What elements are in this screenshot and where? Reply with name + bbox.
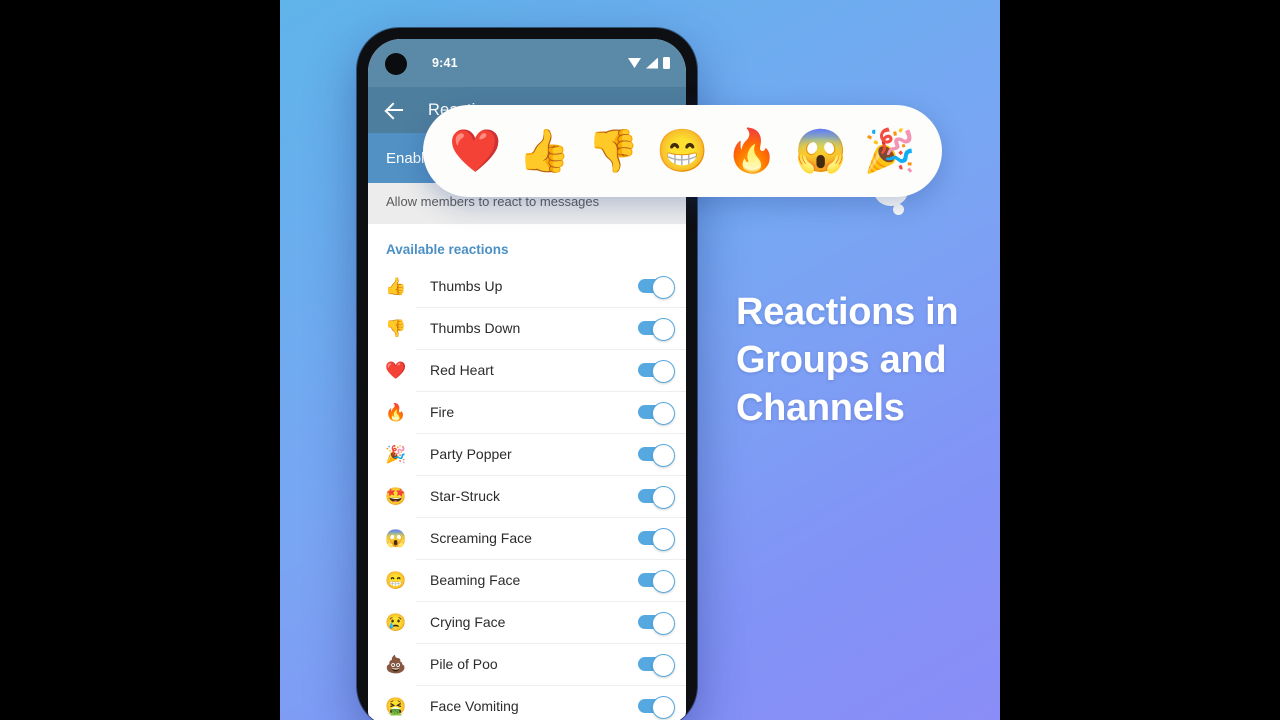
reaction-thumbs-up[interactable]: 👍 — [518, 130, 570, 172]
letterbox-bar-left — [0, 0, 280, 720]
status-time: 9:41 — [432, 56, 458, 70]
reaction-thumbs-down[interactable]: 👎 — [587, 130, 639, 172]
reaction-party-popper[interactable]: 🎉 — [864, 130, 916, 172]
reaction-toggle[interactable] — [638, 401, 675, 425]
list-item-label: Thumbs Down — [430, 320, 521, 336]
list-item[interactable]: 👎 Thumbs Down — [368, 307, 686, 349]
screaming-face-icon: 😱 — [385, 528, 407, 548]
reaction-toggle[interactable] — [638, 317, 675, 341]
list-item-label: Red Heart — [430, 362, 494, 378]
headline-line-2: Groups and — [736, 339, 947, 381]
screenshot-stage: 9:41 Reactions Enable Reactions All — [0, 0, 1280, 720]
headline-line-3: Channels — [736, 387, 905, 429]
reaction-toggle[interactable] — [638, 527, 675, 551]
reaction-toggle[interactable] — [638, 611, 675, 635]
status-bar: 9:41 — [368, 39, 686, 87]
reaction-toggle[interactable] — [638, 275, 675, 299]
pile-of-poo-icon: 💩 — [385, 654, 407, 674]
list-item-label: Pile of Poo — [430, 656, 498, 672]
reaction-red-heart[interactable]: ❤️ — [449, 130, 501, 172]
wifi-icon — [628, 58, 641, 68]
list-item-label: Star-Struck — [430, 488, 501, 504]
headline-line-1: Reactions in — [736, 291, 959, 333]
reaction-picker-popup[interactable]: ❤️ 👍 👎 😁 🔥 😱 🎉 — [423, 105, 942, 197]
thumbs-up-icon: 👍 — [385, 276, 407, 296]
battery-icon — [663, 57, 670, 69]
available-reactions-list: 👍 Thumbs Up 👎 Thumbs Down ❤️ Red Heart 🔥… — [368, 265, 686, 720]
list-item-label: Beaming Face — [430, 572, 521, 588]
list-item[interactable]: 🔥 Fire — [368, 391, 686, 433]
reaction-toggle[interactable] — [638, 359, 675, 383]
crying-face-icon: 😢 — [385, 612, 407, 632]
reaction-screaming-face[interactable]: 😱 — [795, 130, 847, 172]
thumbs-down-icon: 👎 — [385, 318, 407, 338]
letterbox-bar-right — [1000, 0, 1280, 720]
star-struck-icon: 🤩 — [385, 486, 407, 506]
list-item[interactable]: 💩 Pile of Poo — [368, 643, 686, 685]
list-item[interactable]: 😢 Crying Face — [368, 601, 686, 643]
bubble-tail-small — [893, 204, 904, 215]
list-item[interactable]: 🎉 Party Popper — [368, 433, 686, 475]
reaction-toggle[interactable] — [638, 695, 675, 719]
list-item-label: Party Popper — [430, 446, 512, 462]
reaction-toggle[interactable] — [638, 569, 675, 593]
reaction-toggle[interactable] — [638, 653, 675, 677]
red-heart-icon: ❤️ — [385, 360, 407, 380]
list-item-label: Thumbs Up — [430, 278, 503, 294]
list-item-label: Fire — [430, 404, 455, 420]
reaction-toggle[interactable] — [638, 443, 675, 467]
fire-icon: 🔥 — [385, 402, 407, 422]
list-item[interactable]: 😁 Beaming Face — [368, 559, 686, 601]
party-popper-icon: 🎉 — [385, 444, 407, 464]
reaction-fire[interactable]: 🔥 — [725, 130, 777, 172]
reaction-toggle[interactable] — [638, 485, 675, 509]
cellular-signal-icon — [646, 57, 658, 69]
list-item-label: Face Vomiting — [430, 698, 519, 714]
list-item[interactable]: ❤️ Red Heart — [368, 349, 686, 391]
reaction-beaming-face[interactable]: 😁 — [656, 130, 708, 172]
list-item[interactable]: 🤩 Star-Struck — [368, 475, 686, 517]
status-icon-group — [628, 57, 670, 69]
list-item-label: Screaming Face — [430, 530, 532, 546]
beaming-face-icon: 😁 — [385, 570, 407, 590]
promo-video-frame: 9:41 Reactions Enable Reactions All — [280, 0, 1000, 720]
list-item[interactable]: 👍 Thumbs Up — [368, 265, 686, 307]
back-arrow-icon[interactable] — [384, 99, 406, 121]
list-item[interactable]: 🤮 Face Vomiting — [368, 685, 686, 720]
promo-headline: Reactions in Groups and Channels — [736, 288, 996, 432]
camera-punchhole-icon — [385, 53, 407, 75]
face-vomiting-icon: 🤮 — [385, 696, 407, 716]
list-item-label: Crying Face — [430, 614, 506, 630]
available-reactions-header: Available reactions — [386, 242, 509, 257]
list-item[interactable]: 😱 Screaming Face — [368, 517, 686, 559]
